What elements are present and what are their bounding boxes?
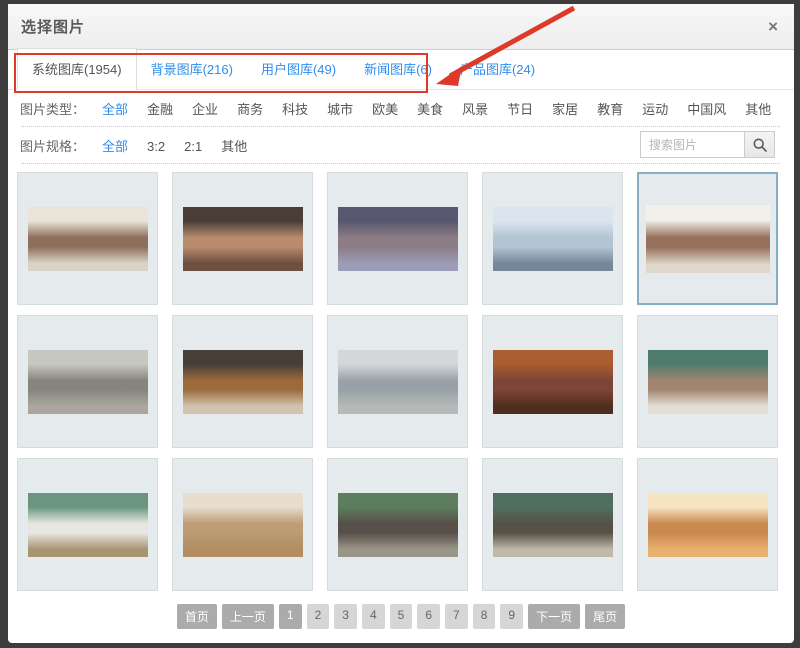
type-option-商务[interactable]: 商务 bbox=[230, 101, 270, 118]
type-option-家居[interactable]: 家居 bbox=[545, 101, 585, 118]
spec-option-全部[interactable]: 全部 bbox=[95, 138, 135, 155]
image-cell-girl-shown-picture-book[interactable] bbox=[172, 172, 313, 305]
image-cell-colorful-bookshelves-closeup[interactable] bbox=[482, 315, 623, 448]
image-cell-students-around-computer-monitor[interactable] bbox=[17, 315, 158, 448]
page-nav-上一页[interactable]: 上一页 bbox=[222, 604, 274, 629]
page-number-9[interactable]: 9 bbox=[500, 604, 523, 629]
image-cell-modern-library-corridor-windows[interactable] bbox=[327, 315, 468, 448]
image-type-filter-row: 图片类型： 全部金融企业商务科技城市欧美美食风景节日家居教育运动中国风其他 bbox=[8, 90, 794, 126]
tab-背景图库(216)[interactable]: 背景图库(216) bbox=[137, 49, 247, 89]
type-option-城市[interactable]: 城市 bbox=[320, 101, 360, 118]
page-number-4[interactable]: 4 bbox=[362, 604, 385, 629]
tab-系统图库(1954)[interactable]: 系统图库(1954) bbox=[17, 48, 137, 90]
image-cell-empty-classroom-green-chalkboard[interactable] bbox=[17, 458, 158, 591]
image-thumbnail-modern-library-corridor-windows bbox=[338, 350, 458, 414]
type-option-科技[interactable]: 科技 bbox=[275, 101, 315, 118]
page-number-1[interactable]: 1 bbox=[279, 604, 302, 629]
page-nav-下一页[interactable]: 下一页 bbox=[528, 604, 580, 629]
image-type-options: 全部金融企业商务科技城市欧美美食风景节日家居教育运动中国风其他 bbox=[95, 99, 783, 118]
image-cell-students-computer-training-class[interactable] bbox=[17, 172, 158, 305]
image-thumbnail-students-facing-chalkboard bbox=[338, 493, 458, 557]
image-spec-filter-row: 图片规格： 全部 3:2 2:1 其他 bbox=[8, 127, 794, 163]
image-cell-documents-laptop-keyboard[interactable] bbox=[482, 172, 623, 305]
image-thumbnail-colorful-bookshelves-closeup bbox=[493, 350, 613, 414]
image-type-label: 图片类型： bbox=[20, 99, 85, 118]
dialog-titlebar: 选择图片 × bbox=[8, 4, 794, 50]
image-cell-library-media-room-shelves[interactable] bbox=[172, 315, 313, 448]
image-thumbnail-kids-raising-hands-classroom bbox=[648, 493, 768, 557]
type-option-金融[interactable]: 金融 bbox=[140, 101, 180, 118]
image-thumbnail-documents-laptop-keyboard bbox=[493, 207, 613, 271]
spec-option-其他[interactable]: 其他 bbox=[214, 138, 254, 155]
type-option-节日[interactable]: 节日 bbox=[500, 101, 540, 118]
type-option-风景[interactable]: 风景 bbox=[455, 101, 495, 118]
image-cell-empty-classroom-wooden-desks[interactable] bbox=[172, 458, 313, 591]
pagination: 首页上一页123456789下一页尾页 bbox=[8, 604, 794, 629]
spec-option-3:2[interactable]: 3:2 bbox=[140, 138, 172, 155]
type-option-企业[interactable]: 企业 bbox=[185, 101, 225, 118]
page-number-2[interactable]: 2 bbox=[307, 604, 330, 629]
page-number-7[interactable]: 7 bbox=[445, 604, 468, 629]
image-cell-kids-raising-hands-classroom[interactable] bbox=[637, 458, 778, 591]
type-option-欧美[interactable]: 欧美 bbox=[365, 101, 405, 118]
search-input[interactable] bbox=[640, 131, 744, 158]
magnifier-icon bbox=[752, 137, 768, 153]
type-option-教育[interactable]: 教育 bbox=[590, 101, 630, 118]
library-tabbar: 系统图库(1954)背景图库(216)用户图库(49)新闻图库(6)产品图库(2… bbox=[8, 53, 794, 90]
tab-用户图库(49)[interactable]: 用户图库(49) bbox=[247, 49, 350, 89]
page-number-6[interactable]: 6 bbox=[417, 604, 440, 629]
type-option-全部[interactable]: 全部 bbox=[95, 101, 135, 118]
image-grid bbox=[17, 172, 785, 591]
image-thumbnail-library-media-room-shelves bbox=[183, 350, 303, 414]
image-cell-students-facing-chalkboard[interactable] bbox=[327, 458, 468, 591]
dialog-title: 选择图片 bbox=[21, 16, 85, 37]
image-cell-study-group-green-chalkboard[interactable] bbox=[637, 315, 778, 448]
image-thumbnail-students-computer-training-class bbox=[28, 207, 148, 271]
page-number-5[interactable]: 5 bbox=[390, 604, 413, 629]
image-thumbnail-student-writing-desk-globe bbox=[338, 207, 458, 271]
type-option-其他[interactable]: 其他 bbox=[738, 101, 778, 118]
tab-新闻图库(6)[interactable]: 新闻图库(6) bbox=[350, 49, 446, 89]
select-image-dialog: 选择图片 × 系统图库(1954)背景图库(216)用户图库(49)新闻图库(6… bbox=[8, 4, 794, 643]
page-number-8[interactable]: 8 bbox=[473, 604, 496, 629]
image-thumbnail-empty-classroom-green-chalkboard bbox=[28, 493, 148, 557]
image-thumbnail-teens-group-thumbs-up bbox=[646, 205, 770, 273]
image-spec-label: 图片规格： bbox=[20, 136, 85, 155]
image-thumbnail-students-around-computer-monitor bbox=[28, 350, 148, 414]
image-thumbnail-girl-shown-picture-book bbox=[183, 207, 303, 271]
image-thumbnail-empty-classroom-wooden-desks bbox=[183, 493, 303, 557]
image-thumbnail-study-group-green-chalkboard bbox=[648, 350, 768, 414]
image-spec-options: 全部 3:2 2:1 其他 bbox=[95, 136, 259, 155]
image-cell-teacher-at-chalkboard-class[interactable] bbox=[482, 458, 623, 591]
image-cell-teens-group-thumbs-up[interactable] bbox=[637, 172, 778, 305]
type-option-中国风[interactable]: 中国风 bbox=[680, 101, 733, 118]
close-icon[interactable]: × bbox=[768, 18, 778, 35]
type-option-运动[interactable]: 运动 bbox=[635, 101, 675, 118]
divider bbox=[22, 163, 780, 164]
type-option-美食[interactable]: 美食 bbox=[410, 101, 450, 118]
spec-option-2:1[interactable]: 2:1 bbox=[177, 138, 209, 155]
search-button[interactable] bbox=[744, 131, 775, 158]
page-nav-首页[interactable]: 首页 bbox=[177, 604, 217, 629]
image-cell-student-writing-desk-globe[interactable] bbox=[327, 172, 468, 305]
page-nav-尾页[interactable]: 尾页 bbox=[585, 604, 625, 629]
search-box bbox=[640, 131, 775, 158]
image-thumbnail-teacher-at-chalkboard-class bbox=[493, 493, 613, 557]
tab-产品图库(24)[interactable]: 产品图库(24) bbox=[446, 49, 549, 89]
page-number-3[interactable]: 3 bbox=[334, 604, 357, 629]
